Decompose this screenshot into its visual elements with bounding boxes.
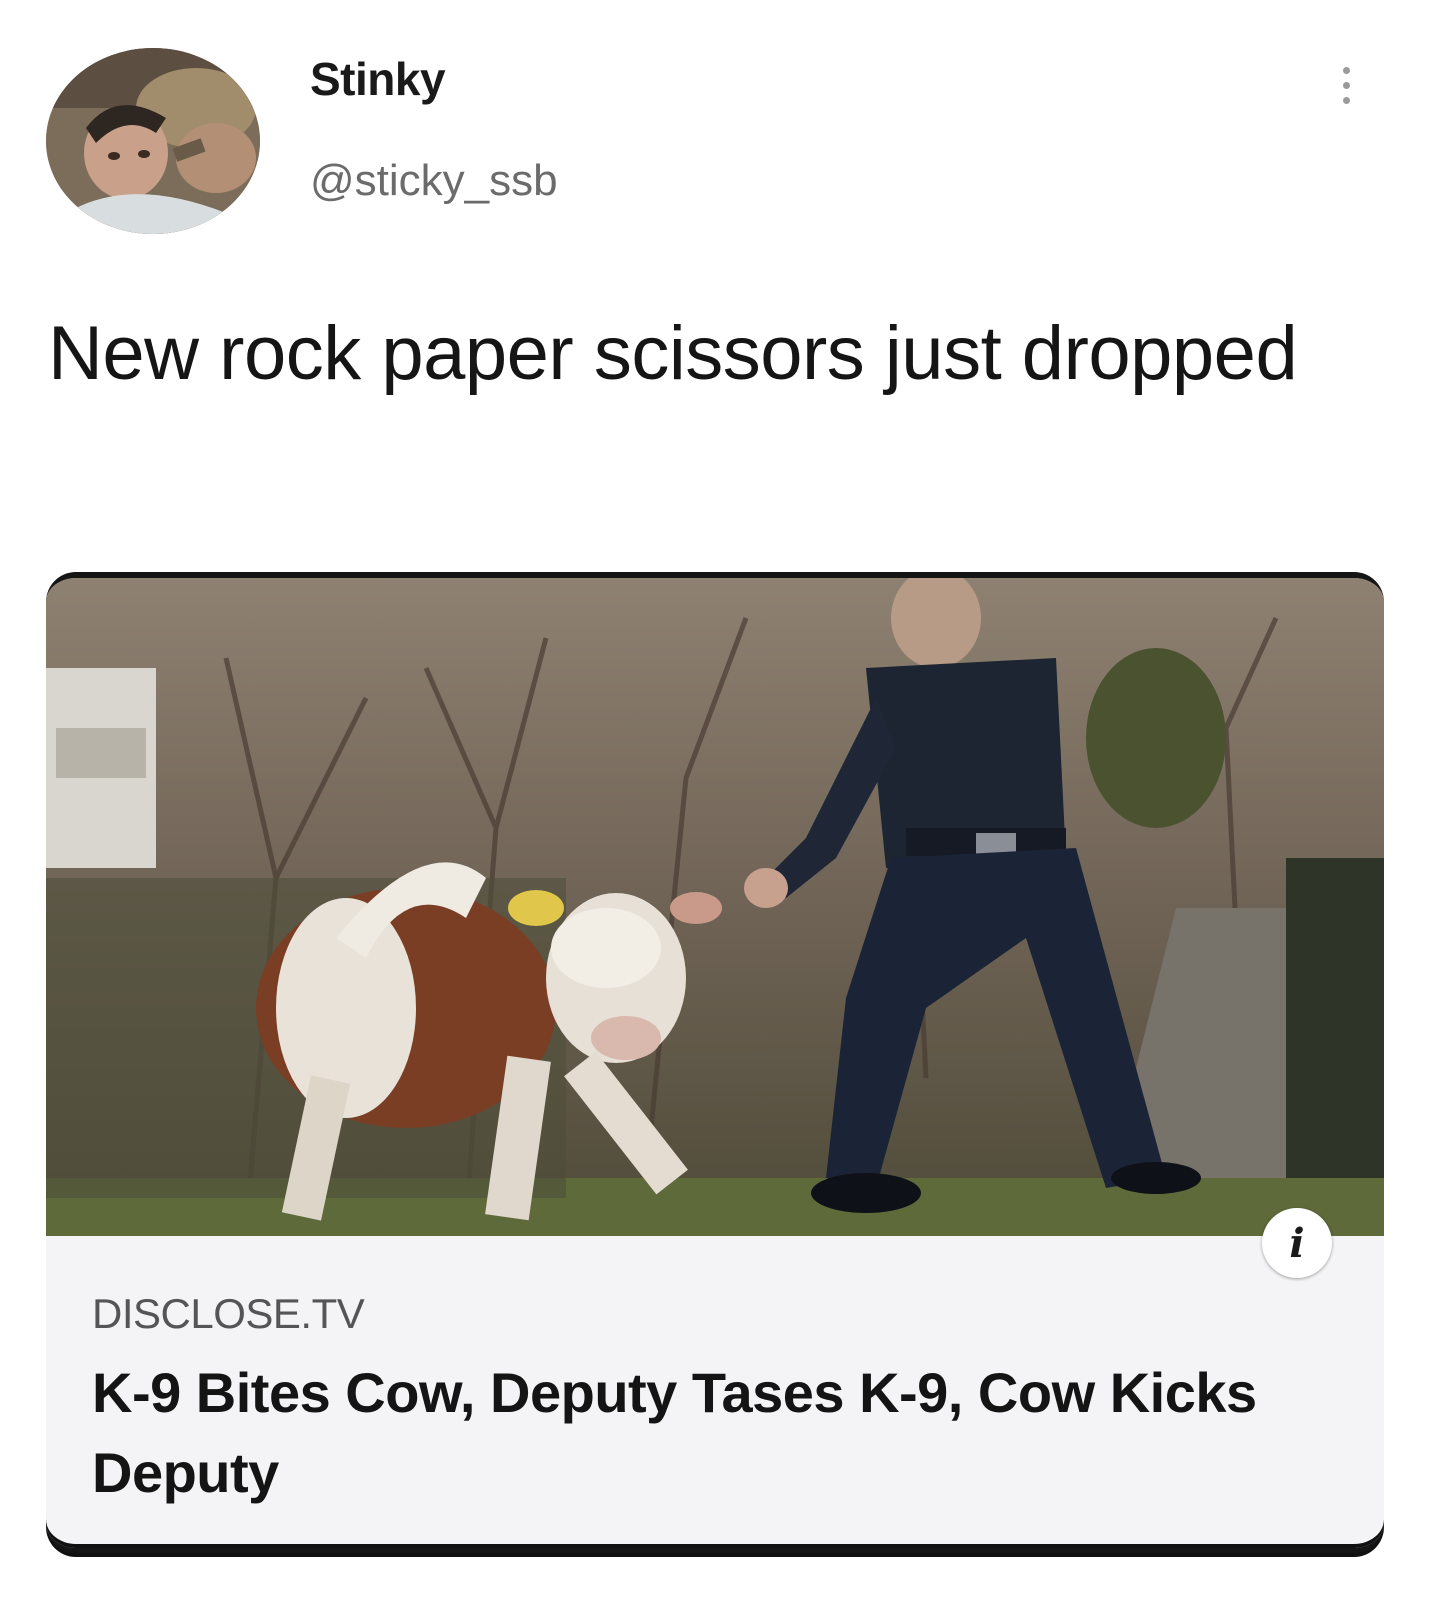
vertical-ellipsis-icon [1342,66,1350,74]
link-preview-image[interactable] [46,578,1384,1236]
tweet: Stinky @sticky_ssb New rock paper scisso… [0,0,1450,1600]
link-preview-card[interactable]: i DISCLOSE.TV K-9 Bites Cow, Deputy Tase… [46,572,1384,1553]
user-handle[interactable]: @sticky_ssb [310,156,558,206]
display-name[interactable]: Stinky [310,52,446,106]
info-icon[interactable]: i [1262,1208,1332,1278]
avatar-photo [46,48,260,234]
link-title[interactable]: K-9 Bites Cow, Deputy Tases K-9, Cow Kic… [92,1353,1332,1513]
cow-and-police-officer-photo [46,578,1384,1236]
tweet-text: New rock paper scissors just dropped [48,311,1298,396]
avatar[interactable] [46,48,260,234]
more-options-button[interactable] [1326,50,1366,120]
link-source-domain: DISCLOSE.TV [92,1290,365,1337]
